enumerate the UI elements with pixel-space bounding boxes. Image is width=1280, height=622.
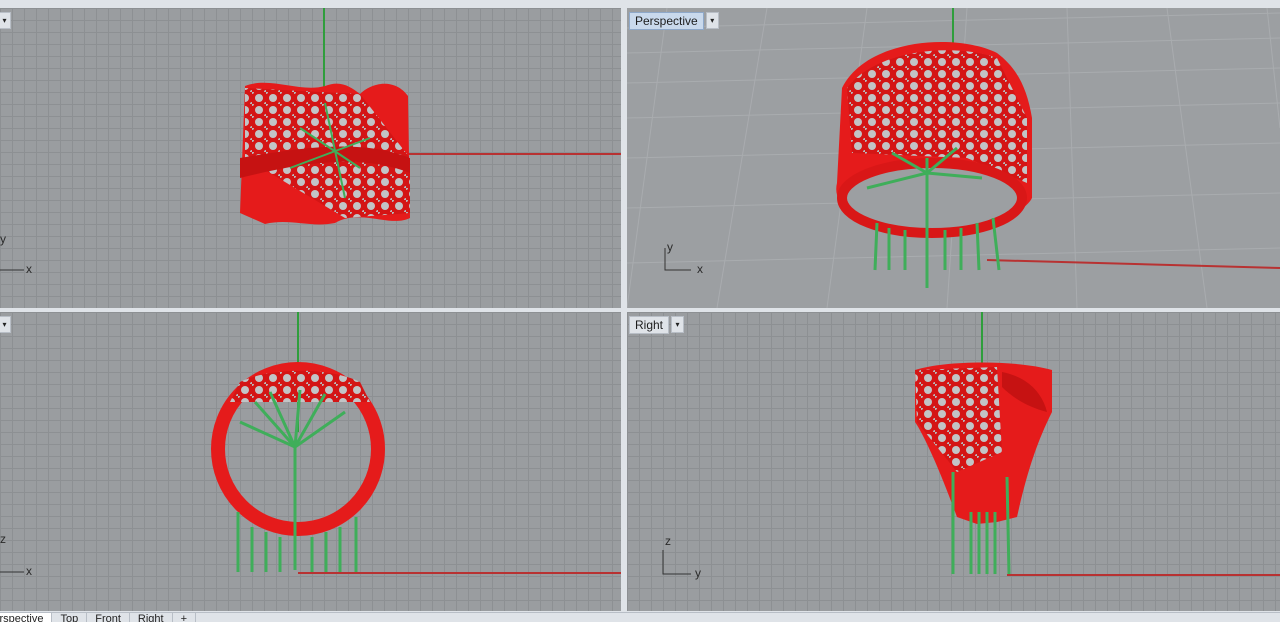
top-view-scene (0, 8, 621, 271)
axis-label-y: y (695, 566, 701, 580)
viewport-title-label[interactable]: Right (629, 315, 670, 334)
axis-label-y: y (0, 232, 6, 246)
viewport-menu-arrow-icon[interactable]: ▾ (0, 12, 11, 29)
axis-label-y: y (667, 240, 673, 254)
perspective-view-scene (627, 8, 1280, 308)
right-view-scene (662, 312, 1280, 576)
viewport-top[interactable]: x y (0, 8, 621, 308)
viewport-front[interactable]: x z (0, 312, 621, 611)
viewport-title-perspective[interactable]: Perspective ▾ (629, 11, 719, 30)
viewport-title-right[interactable]: Right ▾ (629, 315, 685, 334)
viewport-menu-arrow-icon[interactable]: ▾ (0, 316, 11, 333)
axis-label-x: x (26, 564, 32, 578)
axis-label-x: x (26, 262, 32, 276)
axis-label-z: z (665, 534, 671, 548)
viewport-menu-arrow-icon[interactable]: ▾ (705, 12, 719, 29)
front-view-scene (0, 312, 621, 574)
axis-label-x: x (697, 262, 703, 276)
viewport-title-label[interactable]: Perspective (629, 11, 704, 30)
viewport-title-front[interactable]: ▾ (0, 316, 11, 333)
viewport-title-top[interactable]: ▾ (0, 12, 11, 29)
viewport-right[interactable]: Right ▾ y z (627, 312, 1280, 611)
axis-label-z: z (0, 532, 6, 546)
viewport-perspective[interactable]: Perspective ▾ x y (627, 8, 1280, 308)
viewport-menu-arrow-icon[interactable]: ▾ (671, 316, 685, 333)
